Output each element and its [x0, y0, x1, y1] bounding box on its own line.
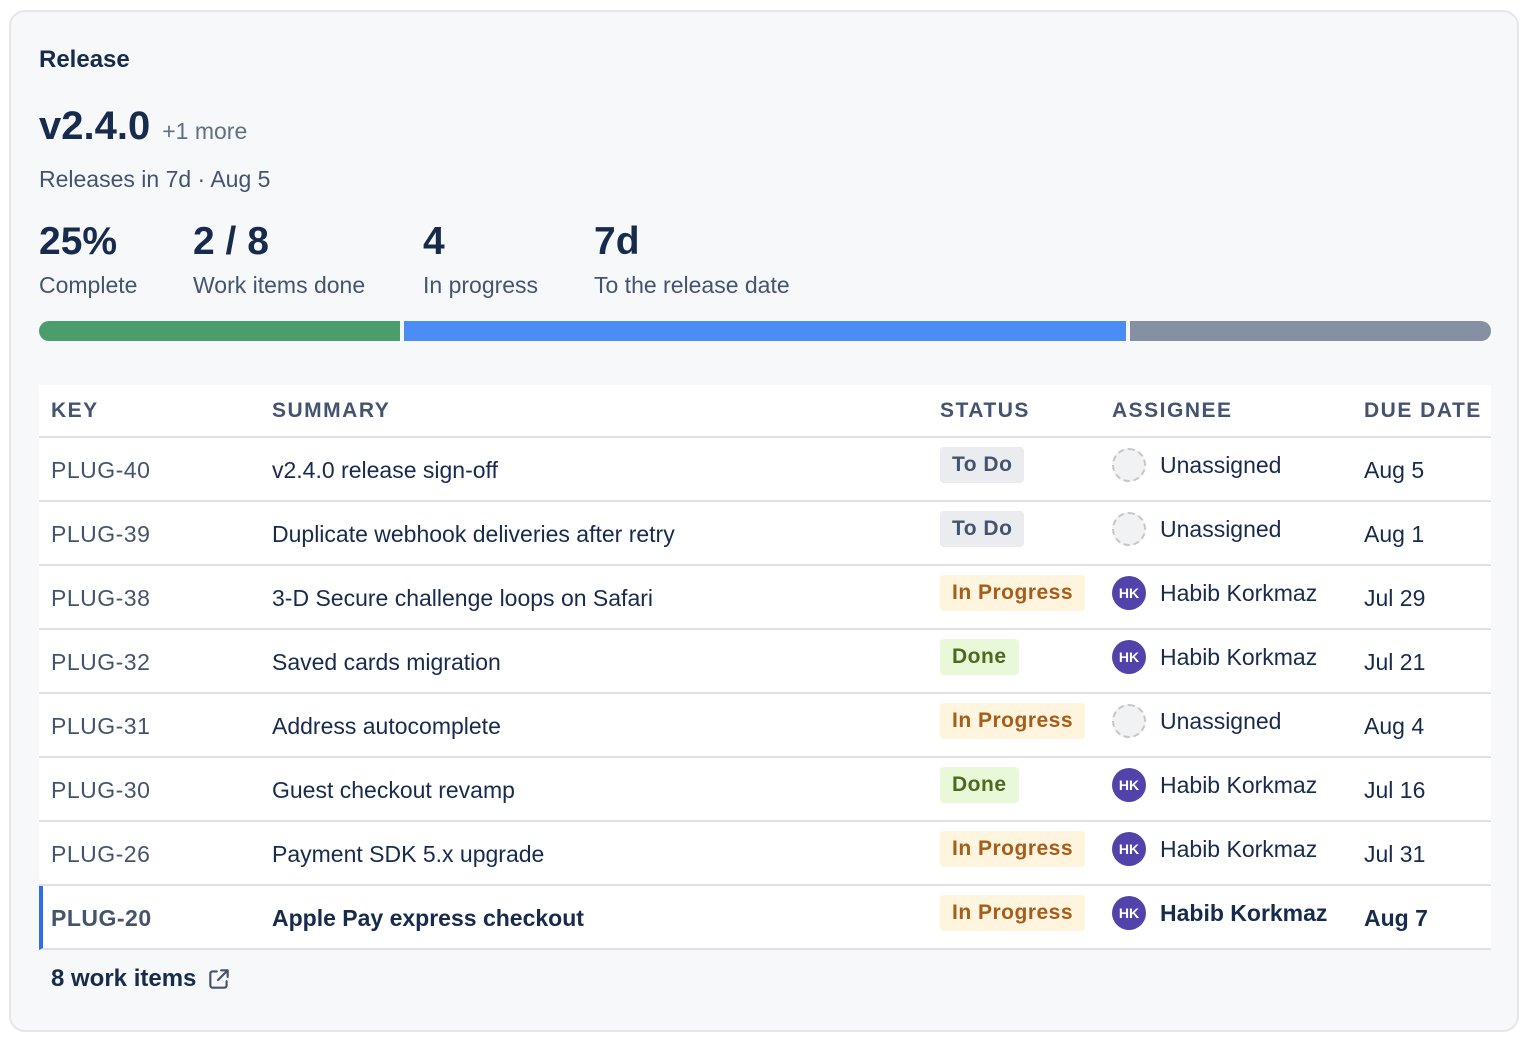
- assignee-name: Habib Korkmaz: [1160, 643, 1318, 670]
- issue-summary[interactable]: v2.4.0 release sign-off: [272, 457, 498, 484]
- issue-key[interactable]: PLUG-39: [51, 521, 150, 548]
- due-date: Jul 31: [1364, 841, 1426, 867]
- status-badge[interactable]: Done: [940, 639, 1019, 675]
- avatar: HK: [1112, 896, 1146, 930]
- table-row[interactable]: PLUG-39 Duplicate webhook deliveries afte…: [39, 502, 1491, 566]
- release-progress-bar: [39, 321, 1491, 341]
- release-card: Release v2.4.0 +1 more Releases in 7d · …: [9, 10, 1519, 1032]
- assignee-name: Habib Korkmaz: [1160, 579, 1318, 606]
- section-label: Release: [39, 46, 130, 73]
- stat-value: 7d: [594, 220, 640, 263]
- assignee-name: Unassigned: [1160, 515, 1282, 542]
- stat-label: To the release date: [594, 272, 790, 298]
- status-badge[interactable]: Done: [940, 767, 1019, 803]
- stat-label: Work items done: [193, 272, 366, 298]
- progress-segment-done: [39, 321, 400, 341]
- issue-key[interactable]: PLUG-38: [51, 585, 150, 612]
- work-items-link[interactable]: 8 work items: [51, 965, 232, 993]
- assignee[interactable]: Unassigned: [1112, 511, 1281, 547]
- table-row[interactable]: PLUG-31 Address autocomplete In Progress Un…: [39, 694, 1491, 758]
- issue-key[interactable]: PLUG-20: [51, 905, 152, 932]
- assignee[interactable]: Unassigned: [1112, 703, 1281, 739]
- table-body: PLUG-40 v2.4.0 release sign-off To Do Unass…: [39, 438, 1491, 950]
- unassigned-avatar-icon: [1112, 512, 1146, 546]
- stat-complete: 25% Complete: [39, 220, 193, 299]
- status-badge[interactable]: To Do: [940, 447, 1025, 483]
- issue-summary[interactable]: Saved cards migration: [272, 649, 501, 676]
- work-items-count[interactable]: 8 work items: [51, 965, 196, 993]
- due-date: Jul 21: [1364, 649, 1426, 675]
- issue-summary[interactable]: Address autocomplete: [272, 713, 501, 740]
- due-date: Aug 1: [1364, 521, 1425, 547]
- issue-summary[interactable]: Payment SDK 5.x upgrade: [272, 841, 544, 868]
- progress-segment-to-do: [1130, 321, 1491, 341]
- status-badge[interactable]: In Progress: [940, 703, 1086, 739]
- issue-key[interactable]: PLUG-26: [51, 841, 150, 868]
- header-due-date[interactable]: DUE DATE: [1364, 399, 1482, 423]
- header-status[interactable]: STATUS: [940, 399, 1030, 423]
- issue-summary[interactable]: Apple Pay express checkout: [272, 905, 584, 932]
- stat-value: 2 / 8: [193, 220, 269, 263]
- due-date: Aug 4: [1364, 713, 1425, 739]
- progress-segment-in-progress: [404, 321, 1126, 341]
- header-assignee[interactable]: ASSIGNEE: [1112, 399, 1233, 423]
- assignee-name: Habib Korkmaz: [1160, 771, 1318, 798]
- assignee[interactable]: HK Habib Korkmaz: [1112, 831, 1317, 867]
- table-row[interactable]: PLUG-38 3-D Secure challenge loops on Saf…: [39, 566, 1491, 630]
- avatar: HK: [1112, 640, 1146, 674]
- issue-summary[interactable]: 3-D Secure challenge loops on Safari: [272, 585, 653, 612]
- header-key[interactable]: KEY: [51, 399, 99, 423]
- stats-row: 25% Complete 2 / 8 Work items done 4 In …: [39, 220, 790, 299]
- stat-in-progress: 4 In progress: [423, 220, 594, 299]
- status-badge[interactable]: In Progress: [940, 895, 1086, 931]
- issue-key[interactable]: PLUG-31: [51, 713, 150, 740]
- status-badge[interactable]: To Do: [940, 511, 1025, 547]
- table-row[interactable]: PLUG-30 Guest checkout revamp Done HK Habib …: [39, 758, 1491, 822]
- version-name[interactable]: v2.4.0: [39, 104, 150, 149]
- assignee[interactable]: HK Habib Korkmaz: [1112, 575, 1317, 611]
- due-date: Aug 7: [1364, 905, 1428, 931]
- stat-days-to-release: 7d To the release date: [594, 220, 790, 299]
- due-date: Aug 5: [1364, 457, 1425, 483]
- unassigned-avatar-icon: [1112, 704, 1146, 738]
- assignee-name: Habib Korkmaz: [1160, 899, 1328, 926]
- table-header: KEY SUMMARY STATUS ASSIGNEE DUE DATE: [39, 385, 1491, 438]
- assignee-name: Unassigned: [1160, 707, 1282, 734]
- stat-label: In progress: [423, 272, 539, 298]
- stat-work-items-done: 2 / 8 Work items done: [193, 220, 423, 299]
- assignee[interactable]: HK Habib Korkmaz: [1112, 767, 1317, 803]
- due-date: Jul 29: [1364, 585, 1426, 611]
- assignee-name: Habib Korkmaz: [1160, 835, 1318, 862]
- status-badge[interactable]: In Progress: [940, 575, 1086, 611]
- header-summary[interactable]: SUMMARY: [272, 399, 390, 423]
- avatar: HK: [1112, 768, 1146, 802]
- issue-summary[interactable]: Guest checkout revamp: [272, 777, 515, 804]
- unassigned-avatar-icon: [1112, 448, 1146, 482]
- table-row[interactable]: PLUG-32 Saved cards migration Done HK Habib …: [39, 630, 1491, 694]
- status-badge[interactable]: In Progress: [940, 831, 1086, 867]
- issue-summary[interactable]: Duplicate webhook deliveries after retry: [272, 521, 675, 548]
- work-items-table: KEY SUMMARY STATUS ASSIGNEE DUE DATE PLU…: [39, 385, 1491, 950]
- version-row: v2.4.0 +1 more: [39, 104, 247, 149]
- assignee-name: Unassigned: [1160, 451, 1282, 478]
- table-row[interactable]: PLUG-26 Payment SDK 5.x upgrade In Progres…: [39, 822, 1491, 886]
- assignee[interactable]: HK Habib Korkmaz: [1112, 895, 1327, 931]
- stat-value: 25%: [39, 220, 118, 263]
- assignee[interactable]: HK Habib Korkmaz: [1112, 639, 1317, 675]
- issue-key[interactable]: PLUG-30: [51, 777, 150, 804]
- assignee[interactable]: Unassigned: [1112, 447, 1281, 483]
- avatar: HK: [1112, 832, 1146, 866]
- more-versions-link[interactable]: +1 more: [162, 118, 247, 145]
- issue-key[interactable]: PLUG-40: [51, 457, 150, 484]
- table-row[interactable]: PLUG-40 v2.4.0 release sign-off To Do Unass…: [39, 438, 1491, 502]
- avatar: HK: [1112, 576, 1146, 610]
- release-meta: Releases in 7d · Aug 5: [39, 166, 271, 192]
- stat-label: Complete: [39, 272, 138, 298]
- due-date: Jul 16: [1364, 777, 1426, 803]
- external-link-icon[interactable]: [206, 966, 232, 992]
- stat-value: 4: [423, 220, 445, 263]
- issue-key[interactable]: PLUG-32: [51, 649, 150, 676]
- table-row[interactable]: PLUG-20 Apple Pay express checkout In Prog…: [39, 886, 1491, 950]
